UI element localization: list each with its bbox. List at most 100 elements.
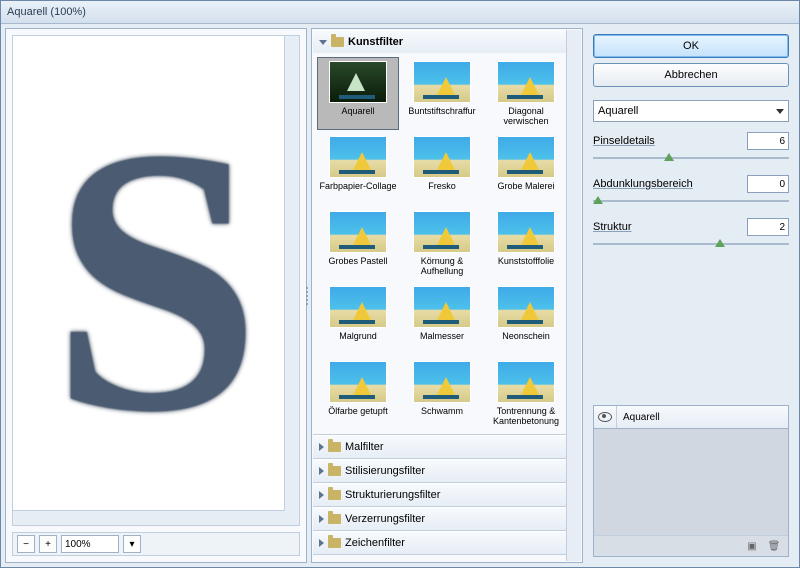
triangle-right-icon bbox=[319, 515, 324, 523]
thumb-label: Körnung & Aufhellung bbox=[403, 256, 481, 276]
param-struktur: Struktur bbox=[593, 218, 789, 251]
filter-thumb[interactable]: Grobes Pastell bbox=[317, 207, 399, 280]
filter-thumb[interactable]: Aquarell bbox=[317, 57, 399, 130]
filter-select-value: Aquarell bbox=[598, 105, 638, 117]
slider-thumb-icon[interactable] bbox=[593, 196, 603, 204]
thumb-preview bbox=[413, 211, 471, 253]
controls-panel: OK Abbrechen Aquarell Pinseldetails Abdun… bbox=[587, 28, 795, 563]
category-label: Strukturierungsfilter bbox=[345, 489, 440, 501]
thumb-preview bbox=[329, 211, 387, 253]
filter-thumb[interactable]: Grobe Malerei bbox=[485, 132, 567, 205]
filter-thumb[interactable]: Fresko bbox=[401, 132, 483, 205]
zoom-out-button[interactable]: − bbox=[17, 535, 35, 553]
filter-thumb[interactable]: Malmesser bbox=[401, 282, 483, 355]
param-label: Abdunklungsbereich bbox=[593, 178, 693, 190]
triangle-right-icon bbox=[319, 467, 324, 475]
window-titlebar: Aquarell (100%) bbox=[1, 1, 799, 24]
filter-dialog: Aquarell (100%) S − + 100% ▾ Kunstfilter… bbox=[0, 0, 800, 568]
category-label: Stilisierungsfilter bbox=[345, 465, 425, 477]
filter-select[interactable]: Aquarell bbox=[593, 100, 789, 122]
folder-icon bbox=[328, 442, 341, 452]
category-label: Kunstfilter bbox=[348, 36, 403, 48]
filter-gallery: Kunstfilter Aquarell Buntstiftschraffur Dia… bbox=[311, 28, 583, 563]
filter-thumb[interactable]: Kunststofffolie bbox=[485, 207, 567, 280]
param-label: Pinseldetails bbox=[593, 135, 655, 147]
filter-thumb[interactable]: Malgrund bbox=[317, 282, 399, 355]
category-label: Malfilter bbox=[345, 441, 384, 453]
thumb-label: Schwamm bbox=[421, 406, 463, 426]
thumb-preview bbox=[329, 61, 387, 103]
zoom-dropdown-button[interactable]: ▾ bbox=[123, 535, 141, 553]
thumb-label: Buntstiftschraffur bbox=[408, 106, 475, 126]
layers-body bbox=[594, 429, 788, 535]
delete-effect-layer-button[interactable]: 🗑 bbox=[768, 540, 780, 552]
effect-layers: Aquarell ▣ 🗑 bbox=[593, 405, 789, 557]
folder-icon bbox=[328, 490, 341, 500]
preview-canvas[interactable]: S bbox=[12, 35, 300, 526]
category-header[interactable]: Strukturierungsfilter bbox=[313, 483, 567, 506]
thumb-label: Neonschein bbox=[502, 331, 550, 351]
folder-icon bbox=[328, 466, 341, 476]
thumb-label: Ölfarbe getupft bbox=[328, 406, 388, 426]
preview-panel: S − + 100% ▾ bbox=[5, 28, 307, 563]
zoom-value[interactable]: 100% bbox=[61, 535, 119, 553]
filter-thumb[interactable]: Buntstiftschraffur bbox=[401, 57, 483, 130]
filter-thumb[interactable]: Körnung & Aufhellung bbox=[401, 207, 483, 280]
filter-thumb[interactable]: Ölfarbe getupft bbox=[317, 357, 399, 430]
thumb-label: Diagonal verwischen bbox=[487, 106, 565, 126]
scrollbar-horizontal[interactable] bbox=[13, 510, 285, 525]
thumb-preview bbox=[497, 136, 555, 178]
thumb-label: Aquarell bbox=[341, 106, 374, 126]
filter-thumb[interactable]: Diagonal verwischen bbox=[485, 57, 567, 130]
slider-thumb-icon[interactable] bbox=[715, 239, 725, 247]
triangle-down-icon bbox=[319, 40, 327, 45]
slider-thumb-icon[interactable] bbox=[664, 153, 674, 161]
category-label: Verzerrungsfilter bbox=[345, 513, 425, 525]
param-slider[interactable] bbox=[593, 194, 789, 208]
thumb-label: Farbpapier-Collage bbox=[319, 181, 396, 201]
visibility-toggle[interactable] bbox=[594, 406, 617, 428]
filter-thumb[interactable]: Neonschein bbox=[485, 282, 567, 355]
thumb-label: Fresko bbox=[428, 181, 456, 201]
param-value-input[interactable] bbox=[747, 175, 789, 193]
thumb-preview bbox=[329, 286, 387, 328]
category-header[interactable]: Zeichenfilter bbox=[313, 531, 567, 554]
param-slider[interactable] bbox=[593, 151, 789, 165]
cancel-button[interactable]: Abbrechen bbox=[593, 63, 789, 87]
thumb-preview bbox=[497, 361, 555, 403]
layer-title[interactable]: Aquarell bbox=[617, 412, 788, 423]
category-header[interactable]: Kunstfilter bbox=[313, 30, 567, 53]
eye-icon bbox=[598, 412, 612, 422]
window-title: Aquarell (100%) bbox=[7, 6, 86, 18]
thumb-preview bbox=[413, 361, 471, 403]
param-slider[interactable] bbox=[593, 237, 789, 251]
zoom-in-button[interactable]: + bbox=[39, 535, 57, 553]
param-value-input[interactable] bbox=[747, 218, 789, 236]
category-header[interactable]: Stilisierungsfilter bbox=[313, 459, 567, 482]
scrollbar-vertical[interactable] bbox=[284, 36, 299, 525]
thumb-preview bbox=[497, 211, 555, 253]
scrollbar-vertical[interactable] bbox=[566, 30, 581, 561]
new-effect-layer-button[interactable]: ▣ bbox=[746, 540, 758, 552]
thumb-label: Grobes Pastell bbox=[328, 256, 387, 276]
filter-thumb[interactable]: Schwamm bbox=[401, 357, 483, 430]
folder-icon bbox=[328, 514, 341, 524]
folder-icon bbox=[328, 538, 341, 548]
filter-thumb[interactable]: Tontrennung & Kantenbetonung bbox=[485, 357, 567, 430]
param-value-input[interactable] bbox=[747, 132, 789, 150]
preview-image: S bbox=[50, 62, 261, 499]
thumb-label: Grobe Malerei bbox=[497, 181, 554, 201]
ok-button[interactable]: OK bbox=[593, 34, 789, 58]
zoom-bar: − + 100% ▾ bbox=[12, 532, 300, 556]
filter-thumb[interactable]: Farbpapier-Collage bbox=[317, 132, 399, 205]
param-pinseldetails: Pinseldetails bbox=[593, 132, 789, 165]
triangle-right-icon bbox=[319, 443, 324, 451]
category-header[interactable]: Malfilter bbox=[313, 435, 567, 458]
category-header[interactable]: Verzerrungsfilter bbox=[313, 507, 567, 530]
folder-icon bbox=[331, 37, 344, 47]
thumb-preview bbox=[329, 361, 387, 403]
thumb-label: Malgrund bbox=[339, 331, 377, 351]
thumb-label: Tontrennung & Kantenbetonung bbox=[487, 406, 565, 426]
triangle-right-icon bbox=[319, 539, 324, 547]
thumb-preview bbox=[497, 61, 555, 103]
